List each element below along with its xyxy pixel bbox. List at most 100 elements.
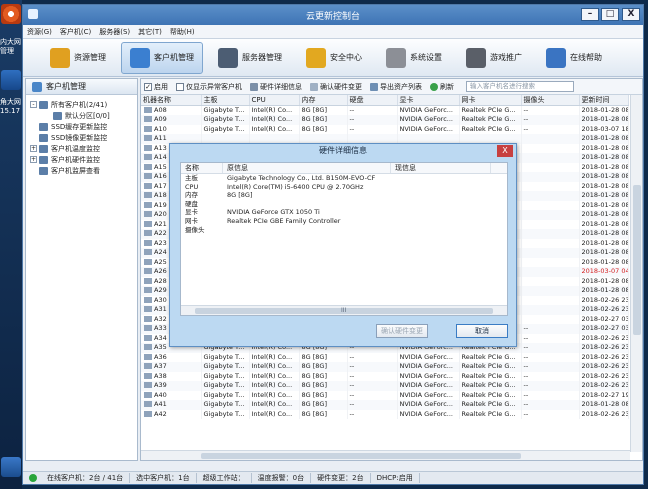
dialog-close-button[interactable]: X — [497, 145, 513, 157]
confirm-hw-button[interactable]: 确认硬件变更 — [310, 82, 362, 92]
export-button[interactable]: 导出资产列表 — [370, 82, 422, 92]
dialog-row[interactable]: 主板 Gigabyte Technology Co., Ltd. B150M-EV… — [181, 174, 507, 183]
computer-icon — [144, 334, 152, 341]
table-row[interactable]: A37 Gigabyte T... Intel(R) Co... 8G [8G] -- N… — [141, 362, 629, 372]
expander-icon[interactable]: - — [30, 101, 37, 108]
tree-item[interactable]: + 客户机硬件监控 — [26, 154, 137, 165]
computer-icon — [144, 230, 152, 237]
toolbar-label: 系统设置 — [410, 53, 442, 62]
menu-server[interactable]: 服务器(S) — [99, 27, 130, 37]
table-cell — [521, 181, 580, 191]
computer-icon — [144, 154, 152, 161]
toolbar-button-6[interactable]: 在线帮助 — [537, 42, 611, 74]
confirm-hw-change-button[interactable]: 确认硬件变更 — [376, 324, 428, 338]
column-header[interactable]: 显卡 — [397, 95, 460, 106]
table-cell: 2018-01-28 08: — [579, 286, 629, 296]
table-cell: Intel(R) Co... — [249, 124, 300, 134]
table-cell: Intel(R) Co... — [249, 362, 300, 372]
machine-name: A36 — [154, 352, 167, 361]
dialog-cell: 网卡 — [185, 216, 198, 225]
title-bar[interactable]: 云更新控制台 – □ X — [23, 5, 643, 25]
dialog-horizontal-scrollbar[interactable]: III — [181, 305, 507, 315]
gear-icon[interactable] — [1, 4, 21, 24]
column-header[interactable]: 摄像头 — [521, 95, 580, 106]
toolbar-button-2[interactable]: 服务器管理 — [209, 42, 291, 74]
dialog-row[interactable]: 显卡 NVIDIA GeForce GTX 1050 Ti — [181, 208, 507, 217]
refresh-button[interactable]: 刷新 — [430, 82, 454, 92]
tree-item[interactable]: SSD镜像更新监控 — [26, 132, 137, 143]
dialog-row[interactable]: 内存 8G [8G] — [181, 191, 507, 200]
column-header[interactable]: 机器名称 — [141, 95, 202, 106]
enable-checkbox[interactable]: ✓ 启用 — [144, 82, 168, 92]
toolbar-button-5[interactable]: 游戏推广 — [457, 42, 531, 74]
tree-item[interactable]: - 所有客户机(2/41) — [26, 99, 137, 110]
table-cell: Realtek PCIe G... — [459, 124, 522, 134]
dialog-cell: 硬盘 — [185, 199, 198, 208]
machine-name: A40 — [154, 390, 167, 399]
tree-item[interactable]: 默认分区[0/0] — [26, 110, 137, 121]
menu-help[interactable]: 帮助(H) — [170, 27, 195, 37]
column-header[interactable]: 内存 — [299, 95, 348, 106]
only-abnormal-checkbox[interactable]: 仅显示异常客户机 — [176, 82, 242, 92]
table-row[interactable]: A38 Gigabyte T... Intel(R) Co... 8G [8G] -- N… — [141, 371, 629, 381]
table-row[interactable]: A10 Gigabyte T... Intel(R) Co... 8G [8G] -- N… — [141, 124, 629, 134]
table-cell: Intel(R) Co... — [249, 371, 300, 381]
computer-icon — [144, 249, 152, 256]
table-cell — [521, 286, 580, 296]
dialog-row[interactable]: 网卡 Realtek PCIe GBE Family Controller — [181, 217, 507, 226]
toolbar-button-4[interactable]: 系统设置 — [377, 42, 451, 74]
table-row[interactable]: A40 Gigabyte T... Intel(R) Co... 8G [8G] -- N… — [141, 390, 629, 400]
table-row[interactable]: A42 Gigabyte T... Intel(R) Co... 8G [8G] -- N… — [141, 409, 629, 419]
menu-client[interactable]: 客户机(C) — [60, 27, 91, 37]
table-cell: -- — [521, 390, 580, 400]
machine-name: A16 — [154, 172, 167, 181]
tree-item[interactable]: + 客户机温度监控 — [26, 143, 137, 154]
table-row[interactable]: A09 Gigabyte T... Intel(R) Co... 8G [8G] -- N… — [141, 115, 629, 125]
table-row[interactable]: A36 Gigabyte T... Intel(R) Co... 8G [8G] -- N… — [141, 352, 629, 362]
table-cell: 2018-02-26 23: — [579, 381, 629, 391]
cancel-button[interactable]: 取消 — [456, 324, 508, 338]
scroll-thumb[interactable] — [633, 185, 641, 335]
vertical-scrollbar[interactable] — [630, 95, 642, 452]
dialog-cell: 显卡 — [185, 208, 198, 217]
dialog-row[interactable]: CPU Intel(R) Core(TM) i5-6400 CPU @ 2.70G… — [181, 183, 507, 192]
column-header[interactable]: CPU — [249, 95, 300, 106]
column-header[interactable]: 硬盘 — [347, 95, 398, 106]
dialog-list: 名称 原信息 现信息 主板 Gigabyte Technology Co., Lt… — [180, 162, 508, 316]
dialog-cell: Realtek PCIe GBE Family Controller — [227, 216, 341, 225]
expander-icon[interactable]: + — [30, 156, 37, 163]
minimize-button[interactable]: – — [581, 8, 599, 21]
desktop-app-icon[interactable] — [1, 457, 21, 477]
tree-item[interactable]: SSD缓存更新监控 — [26, 121, 137, 132]
hw-detail-button[interactable]: 硬件详细信息 — [250, 82, 302, 92]
table-cell: -- — [521, 105, 580, 115]
toolbar-button-1[interactable]: 客户机管理 — [121, 41, 203, 74]
maximize-button[interactable]: □ — [601, 8, 619, 21]
desktop-app-icon[interactable] — [1, 70, 21, 90]
table-cell: 8G [8G] — [299, 371, 348, 381]
scroll-thumb[interactable] — [201, 453, 521, 459]
column-header[interactable]: 更新时间 — [579, 95, 629, 106]
table-row[interactable]: A39 Gigabyte T... Intel(R) Co... 8G [8G] -- N… — [141, 381, 629, 391]
dialog-row[interactable]: 硬盘 — [181, 200, 507, 209]
menu-resource[interactable]: 资源(G) — [27, 27, 52, 37]
horizontal-scrollbar[interactable] — [141, 450, 630, 460]
table-row[interactable]: A08 Gigabyte T... Intel(R) Co... 8G [8G] -- N… — [141, 105, 629, 115]
computer-icon — [144, 410, 152, 417]
expander-icon[interactable]: + — [30, 145, 37, 152]
column-header[interactable]: 主板 — [201, 95, 250, 106]
dialog-row[interactable]: 摄像头 — [181, 226, 507, 235]
table-cell: 2018-03-07 04: — [579, 267, 629, 277]
menu-other[interactable]: 其它(T) — [138, 27, 162, 37]
machine-name: A42 — [154, 409, 167, 418]
table-cell: Realtek PCIe G... — [459, 381, 522, 391]
tree-item[interactable]: 客户机监屏查看 — [26, 165, 137, 176]
toolbar-button-0[interactable]: 资源管理 — [41, 42, 115, 74]
search-input[interactable]: 输入客户机名进行搜索 — [466, 81, 574, 92]
status-dhcp: DHCP:启用 — [371, 473, 420, 483]
toolbar-button-3[interactable]: 安全中心 — [297, 42, 371, 74]
close-button[interactable]: X — [622, 8, 640, 21]
table-row[interactable]: A41 Gigabyte T... Intel(R) Co... 8G [8G] -- N… — [141, 400, 629, 410]
table-cell: -- — [521, 362, 580, 372]
column-header[interactable]: 网卡 — [459, 95, 522, 106]
